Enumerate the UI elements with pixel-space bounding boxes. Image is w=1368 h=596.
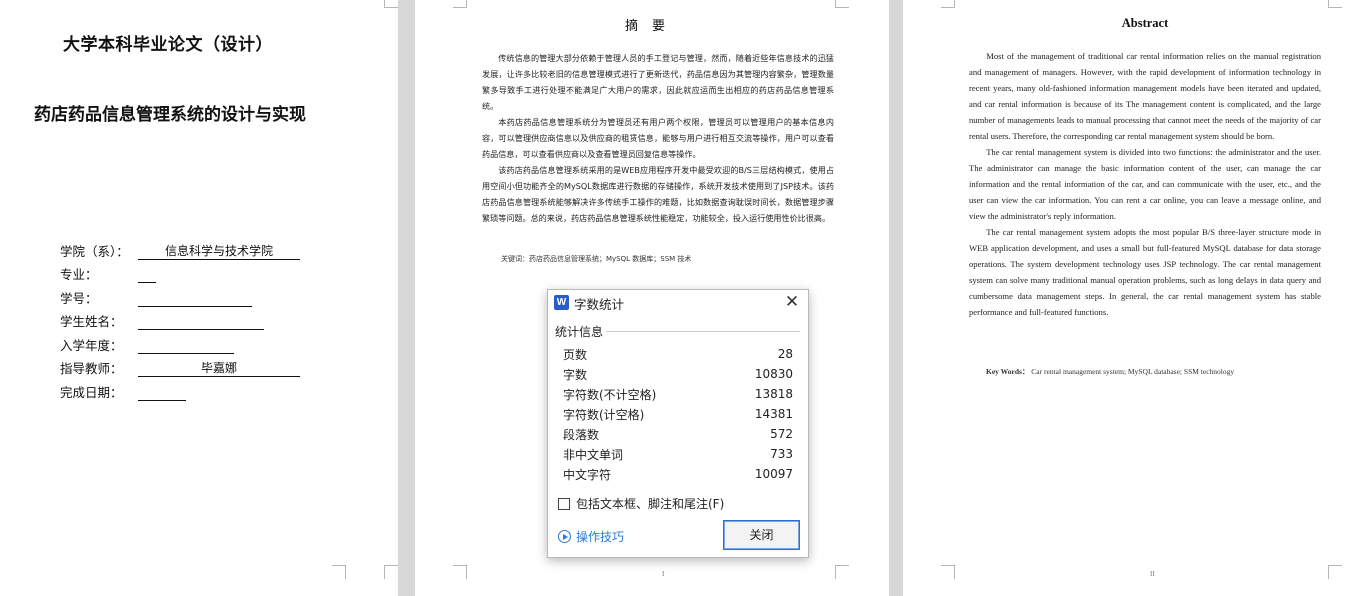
info-label: 指导教师： bbox=[60, 361, 123, 376]
statistics-section-label: 统计信息 bbox=[555, 325, 604, 339]
info-row-enroll-year: 入学年度： bbox=[60, 330, 300, 354]
info-label: 完成日期： bbox=[60, 384, 123, 400]
crop-mark bbox=[453, 565, 467, 579]
info-row-major: 专业： bbox=[60, 260, 300, 283]
crop-mark bbox=[384, 565, 398, 579]
info-value-advisor: 毕嘉娜 bbox=[138, 361, 300, 377]
cover-info-table: 学院（系）： 信息科学与技术学院 专业： 学号： 学生姓名： 入学年度： 指导教… bbox=[60, 236, 300, 401]
chinese-keywords: 关键词：药店药品信息管理系统；MySQL 数据库；SSM 技术 bbox=[501, 255, 692, 263]
crop-mark bbox=[332, 565, 346, 579]
dialog-title: 字数统计 bbox=[574, 297, 625, 312]
crop-mark bbox=[941, 0, 955, 8]
info-label: 学号： bbox=[60, 290, 98, 306]
stat-value: 28 bbox=[777, 347, 793, 361]
dialog-title-bar[interactable]: W 字数统计 ✕ bbox=[548, 290, 808, 317]
close-button[interactable]: 关闭 bbox=[723, 520, 800, 550]
stat-value: 14381 bbox=[754, 407, 793, 421]
abstract-paragraph: 本药店药品信息管理系统分为管理员还有用户两个权限，管理员可以管理用户的基本信息内… bbox=[482, 117, 834, 159]
stat-row-pages: 页数 28 bbox=[563, 344, 793, 364]
stat-row-paragraphs: 段落数 572 bbox=[563, 424, 793, 444]
keywords-text: Car rental management system; MySQL data… bbox=[1031, 367, 1235, 376]
stat-value: 13818 bbox=[754, 387, 793, 401]
keywords-label: Key Words： bbox=[986, 367, 1030, 376]
stat-label: 字数 bbox=[563, 367, 588, 382]
stat-row-non-chinese-words: 非中文单词 733 bbox=[563, 444, 793, 464]
stat-label: 中文字符 bbox=[563, 467, 612, 482]
crop-mark bbox=[384, 0, 398, 8]
crop-mark bbox=[1328, 565, 1342, 579]
word-count-dialog: W 字数统计 ✕ 统计信息 页数 28 字数 10830 字符数(不计空格) 1… bbox=[547, 289, 809, 558]
abstract-paragraph: The car rental management system adopts … bbox=[969, 227, 1321, 317]
play-circle-icon bbox=[558, 530, 571, 543]
info-row-finish-date: 完成日期： bbox=[60, 377, 300, 401]
page-number: I bbox=[662, 570, 665, 578]
info-row-student-id: 学号： bbox=[60, 283, 300, 307]
stat-label: 段落数 bbox=[563, 427, 600, 442]
stat-label: 字符数(不计空格) bbox=[563, 387, 657, 402]
stat-value: 733 bbox=[770, 447, 793, 461]
crop-mark bbox=[941, 565, 955, 579]
info-row-advisor: 指导教师： 毕嘉娜 bbox=[60, 354, 300, 377]
thesis-title: 药店药品信息管理系统的设计与实现 bbox=[34, 105, 306, 125]
info-row-college: 学院（系）： 信息科学与技术学院 bbox=[60, 236, 300, 260]
section-divider bbox=[606, 331, 800, 332]
include-textbox-footnotes-option[interactable]: 包括文本框、脚注和尾注(F) bbox=[558, 495, 724, 512]
stat-row-words: 字数 10830 bbox=[563, 364, 793, 384]
crop-mark bbox=[453, 0, 467, 8]
abstract-paragraph: Most of the management of traditional ca… bbox=[969, 51, 1321, 141]
english-abstract-heading: Abstract bbox=[1121, 16, 1169, 30]
stat-label: 非中文单词 bbox=[563, 447, 624, 462]
info-value-college: 信息科学与技术学院 bbox=[138, 244, 300, 260]
chinese-abstract-body: 传统信息的管理大部分依赖于管理人员的手工登记与管理，然而，随着近些年信息技术的迅… bbox=[482, 50, 834, 226]
stat-row-chinese-chars: 中文字符 10097 bbox=[563, 464, 793, 484]
info-value-student-name bbox=[138, 314, 264, 330]
stat-row-chars-no-spaces: 字符数(不计空格) 13818 bbox=[563, 384, 793, 404]
info-label: 学院（系）： bbox=[60, 243, 129, 259]
abstract-paragraph: 该药店药品信息管理系统采用的是WEB应用程序开发中最受欢迎的B/S三层结构模式，… bbox=[482, 165, 834, 223]
info-value-major bbox=[138, 267, 156, 283]
crop-mark bbox=[1328, 0, 1342, 8]
stat-value: 10097 bbox=[754, 467, 793, 481]
abstract-paragraph: The car rental management system is divi… bbox=[969, 147, 1321, 221]
info-value-finish-date bbox=[138, 385, 186, 401]
info-row-student-name: 学生姓名： bbox=[60, 307, 300, 330]
operation-tips-link[interactable]: 操作技巧 bbox=[558, 528, 624, 545]
info-label: 学生姓名： bbox=[60, 314, 123, 329]
chinese-abstract-heading: 摘要 bbox=[624, 19, 679, 34]
checkbox-label: 包括文本框、脚注和尾注(F) bbox=[576, 497, 725, 511]
info-value-enroll-year bbox=[138, 338, 234, 354]
cover-page: 大学本科毕业论文（设计） 药店药品信息管理系统的设计与实现 学院（系）： 信息科… bbox=[0, 0, 398, 596]
english-abstract-body: Most of the management of traditional ca… bbox=[969, 48, 1321, 320]
info-label: 专业： bbox=[60, 267, 98, 282]
page-gap-right bbox=[889, 0, 903, 596]
stat-label: 页数 bbox=[563, 347, 588, 362]
crop-mark bbox=[835, 0, 849, 8]
abstract-paragraph: 传统信息的管理大部分依赖于管理人员的手工登记与管理，然而，随着近些年信息技术的迅… bbox=[482, 53, 834, 111]
statistics-list: 页数 28 字数 10830 字符数(不计空格) 13818 字符数(计空格) … bbox=[563, 344, 793, 484]
stat-value: 572 bbox=[770, 427, 793, 441]
page-number: II bbox=[1150, 570, 1155, 578]
info-label: 入学年度： bbox=[60, 337, 123, 353]
english-abstract-page: Abstract Most of the management of tradi… bbox=[903, 0, 1368, 596]
crop-mark bbox=[835, 565, 849, 579]
stat-label: 字符数(计空格) bbox=[563, 407, 645, 422]
info-value-student-id bbox=[138, 291, 252, 307]
stat-value: 10830 bbox=[754, 367, 793, 381]
stat-row-chars-with-spaces: 字符数(计空格) 14381 bbox=[563, 404, 793, 424]
close-icon[interactable]: ✕ bbox=[782, 292, 802, 312]
tips-label: 操作技巧 bbox=[576, 530, 625, 544]
include-textbox-footnotes-checkbox[interactable] bbox=[558, 497, 570, 510]
university-title: 大学本科毕业论文（设计） bbox=[63, 35, 273, 55]
page-gap-left bbox=[398, 0, 415, 596]
wps-writer-icon: W bbox=[554, 295, 569, 310]
english-keywords: Key Words： Car rental management system;… bbox=[986, 366, 1234, 377]
